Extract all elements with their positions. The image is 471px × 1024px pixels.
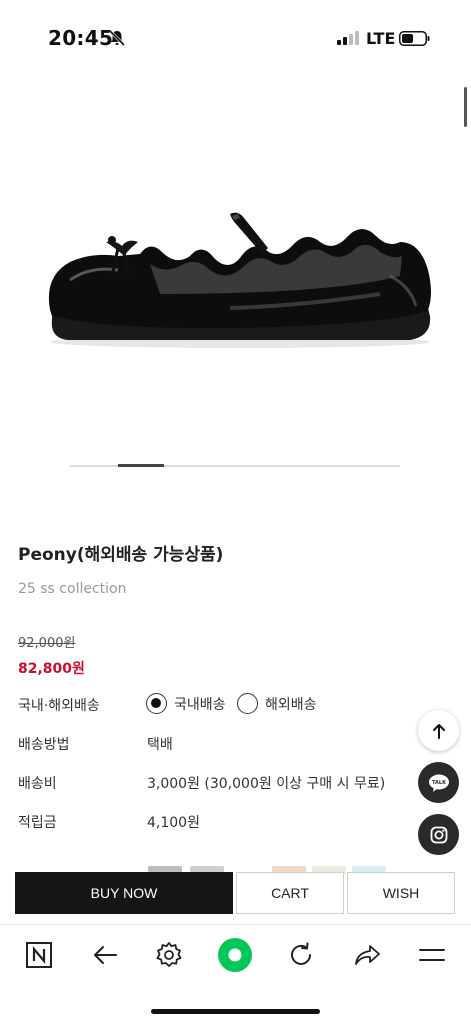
radio-overseas-label[interactable]: 해외배송 (265, 694, 317, 714)
naver-green-button[interactable] (218, 938, 252, 972)
instagram-icon (430, 826, 447, 843)
shipping-fee-label: 배송비 (18, 776, 57, 792)
shipping-type-label: 국내·해외배송 (18, 698, 100, 714)
settings-icon (156, 942, 182, 967)
back-arrow-icon (94, 946, 117, 964)
green-dot-icon (218, 938, 252, 972)
shipping-fee-value: 3,000원 (30,000원 이상 구매 시 무료) (147, 776, 386, 792)
product-image-carousel[interactable] (0, 80, 471, 470)
shipping-method-label: 배송방법 (18, 737, 70, 753)
buy-now-button[interactable]: BUY NOW (15, 872, 233, 914)
points-label: 적립금 (18, 815, 57, 831)
menu-icon (419, 949, 445, 961)
signal-icon (337, 31, 359, 45)
naver-home-icon (26, 942, 52, 968)
share-button[interactable] (350, 938, 384, 972)
product-title: Peony(해외배송 가능상품) (18, 545, 224, 565)
home-indicator[interactable] (151, 1009, 320, 1014)
bell-muted-icon (108, 29, 126, 47)
collection-label: 25 ss collection (18, 581, 127, 597)
naver-home-button[interactable] (22, 938, 56, 972)
refresh-icon (291, 942, 311, 965)
product-image (48, 212, 431, 348)
network-label: LTE (366, 29, 396, 48)
kakaotalk-icon: TALK (428, 774, 449, 792)
shipping-method-value: 택배 (147, 737, 173, 753)
radio-overseas-shipping[interactable] (237, 693, 258, 714)
original-price: 92,000원 (18, 636, 76, 651)
carousel-progress-thumb (118, 464, 164, 467)
kakaotalk-button[interactable]: TALK (418, 762, 459, 803)
wish-button[interactable]: WISH (347, 872, 455, 914)
back-button[interactable] (88, 938, 122, 972)
scroll-top-icon (432, 723, 445, 739)
page-scrollbar[interactable] (464, 87, 467, 127)
share-icon (355, 945, 380, 965)
sale-price: 82,800원 (18, 661, 85, 677)
scroll-top-button[interactable] (418, 710, 459, 751)
battery-icon (399, 31, 430, 46)
cart-button[interactable]: CART (236, 872, 344, 914)
refresh-button[interactable] (284, 938, 318, 972)
status-time: 20:45 (48, 26, 114, 50)
status-bar: 20:45 LTE (0, 0, 471, 78)
points-value: 4,100원 (147, 815, 200, 831)
instagram-button[interactable] (418, 814, 459, 855)
radio-domestic-label[interactable]: 국내배송 (174, 694, 226, 714)
svg-text:TALK: TALK (432, 780, 447, 786)
settings-button[interactable] (152, 938, 186, 972)
menu-button[interactable] (415, 938, 449, 972)
radio-domestic-shipping[interactable] (146, 693, 167, 714)
